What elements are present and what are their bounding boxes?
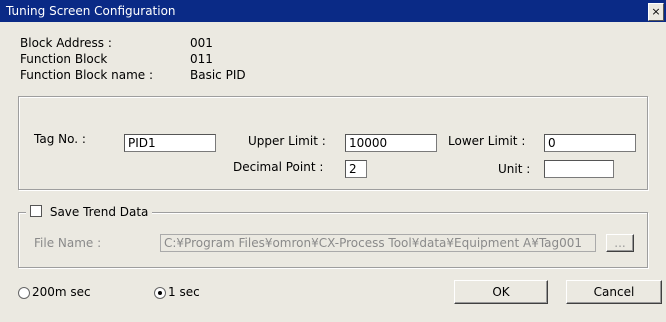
upper-limit-label: Upper Limit : <box>248 134 326 148</box>
save-trend-groupbox-title: Save Trend Data <box>26 204 153 219</box>
upper-limit-input[interactable]: 10000 <box>345 134 437 152</box>
decimal-point-input[interactable]: 2 <box>345 160 367 178</box>
lower-limit-input[interactable]: 0 <box>544 134 636 152</box>
radio-200ms[interactable] <box>18 287 30 299</box>
title-bar: Tuning Screen Configuration × <box>0 0 666 22</box>
cancel-button[interactable]: Cancel <box>566 280 662 304</box>
radio-1sec-label: 1 sec <box>168 285 200 299</box>
file-name-label: File Name : <box>34 236 102 250</box>
close-button[interactable]: × <box>648 3 664 21</box>
block-address-value: 001 <box>190 36 213 50</box>
block-address-label: Block Address : <box>20 36 112 50</box>
save-trend-checkbox[interactable] <box>30 205 42 217</box>
save-trend-label: Save Trend Data <box>49 205 149 219</box>
ok-button[interactable]: OK <box>454 280 548 304</box>
browse-button[interactable]: ... <box>606 234 634 252</box>
lower-limit-label: Lower Limit : <box>448 134 526 148</box>
tag-no-label: Tag No. : <box>34 132 86 146</box>
file-name-input[interactable]: C:¥Program Files¥omron¥CX-Process Tool¥d… <box>160 234 596 252</box>
unit-label: Unit : <box>498 162 531 176</box>
tuning-screen-configuration-dialog: Tuning Screen Configuration × Block Addr… <box>0 0 666 322</box>
unit-input[interactable] <box>544 160 614 178</box>
radio-1sec[interactable] <box>154 287 166 299</box>
window-title: Tuning Screen Configuration <box>6 4 176 18</box>
radio-200ms-label: 200m sec <box>32 285 91 299</box>
function-block-name-value: Basic PID <box>190 68 246 82</box>
function-block-label: Function Block <box>20 52 108 66</box>
decimal-point-label: Decimal Point : <box>233 160 324 174</box>
tag-no-input[interactable]: PID1 <box>124 134 216 152</box>
function-block-value: 011 <box>190 52 213 66</box>
function-block-name-label: Function Block name : <box>20 68 154 82</box>
